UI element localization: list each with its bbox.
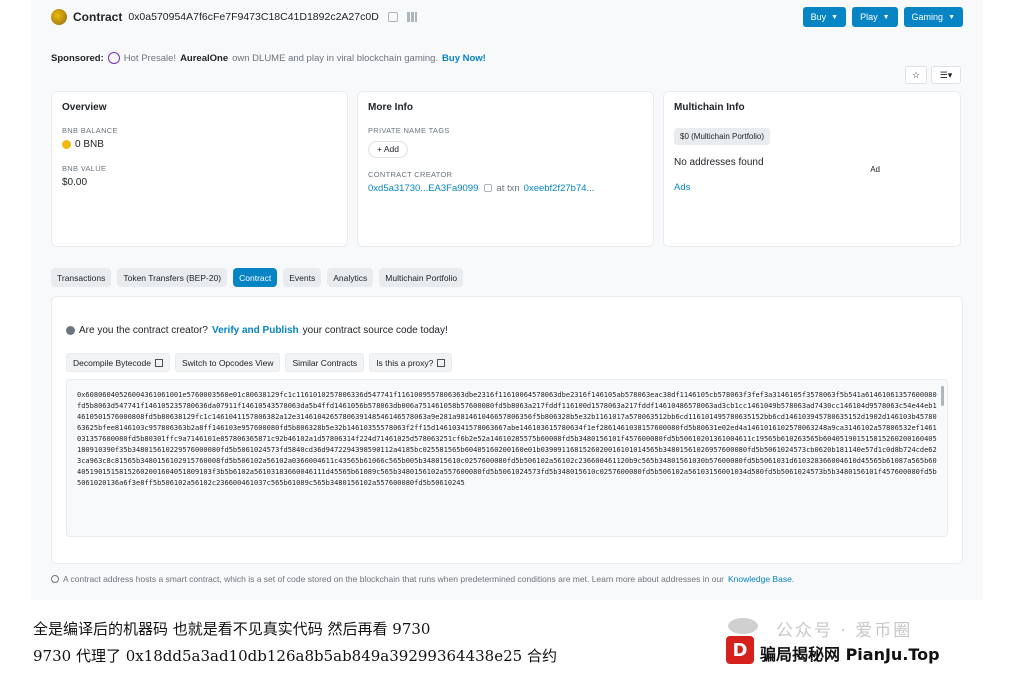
multichain-portfolio-badge[interactable]: $0 (Multichain Portfolio) bbox=[674, 128, 771, 145]
add-tag-button[interactable]: + Add bbox=[368, 140, 408, 158]
lightbulb-icon bbox=[51, 575, 59, 583]
private-tags-label: PRIVATE NAME TAGS bbox=[368, 126, 450, 135]
overview-title: Overview bbox=[62, 102, 107, 113]
contract-creator: 0xd5a31730...EA3Fa9099 at txn 0xeebf2f27… bbox=[368, 183, 643, 194]
sponsor-brand: AurealOne bbox=[180, 52, 229, 64]
contract-address: 0x0a570954A7f6cFe7F9473C18C41D1892c2A27c… bbox=[128, 11, 379, 23]
tab-token-transfers[interactable]: Token Transfers (BEP-20) bbox=[117, 268, 228, 287]
contract-tabs: Transactions Token Transfers (BEP-20) Co… bbox=[51, 268, 464, 287]
more-info-title: More Info bbox=[368, 102, 413, 113]
bnb-coin-icon bbox=[62, 140, 71, 149]
ads-link[interactable]: Ads bbox=[674, 182, 950, 193]
wechat-account: 公众号 · 爱币圈 bbox=[776, 621, 913, 641]
bnb-logo-icon bbox=[51, 9, 67, 25]
creation-txn-link[interactable]: 0xeebf2f27b74... bbox=[524, 183, 595, 194]
tab-analytics[interactable]: Analytics bbox=[327, 268, 374, 287]
knowledge-base-link[interactable]: Knowledge Base. bbox=[728, 574, 794, 584]
multichain-title: Multichain Info bbox=[674, 102, 745, 113]
chevron-down-icon: ▼ bbox=[882, 13, 890, 21]
is-proxy-button[interactable]: Is this a proxy? bbox=[369, 353, 453, 372]
at-txn-text: at txn bbox=[496, 182, 520, 194]
footer-note: A contract address hosts a smart contrac… bbox=[51, 574, 794, 584]
chevron-down-icon: ▼ bbox=[831, 13, 839, 21]
contract-header: Contract 0x0a570954A7f6cFe7F9473C18C41D1… bbox=[51, 6, 963, 28]
bnb-balance-value: 0 BNB bbox=[62, 139, 337, 150]
sponsored-text-2: own DLUME and play in viral blockchain g… bbox=[232, 52, 439, 64]
external-link-icon bbox=[437, 358, 446, 367]
footer-text: A contract address hosts a smart contrac… bbox=[63, 574, 724, 584]
sponsored-banner: Sponsored: Hot Presale! AurealOne own DL… bbox=[51, 52, 486, 64]
tab-contract[interactable]: Contract bbox=[233, 268, 278, 287]
explorer-screenshot: Contract 0x0a570954A7f6cFe7F9473C18C41D1… bbox=[31, 0, 983, 600]
copy-icon[interactable] bbox=[387, 12, 398, 22]
caption-line-1: 全是编译后的机器码 也就是看不见真实代码 然后再看 9730 bbox=[33, 620, 431, 638]
tab-transactions[interactable]: Transactions bbox=[51, 268, 112, 287]
bnb-balance-label: BNB BALANCE bbox=[62, 126, 118, 135]
sponsored-label: Sponsored: bbox=[51, 52, 104, 64]
notice-text-2: your contract source code today! bbox=[302, 325, 448, 336]
overview-card: Overview BNB BALANCE 0 BNB BNB VALUE $0.… bbox=[51, 91, 348, 247]
verify-notice: Are you the contract creator? Verify and… bbox=[66, 325, 448, 336]
watermark: 公众号 · 爱币圈 D 骗局揭秘网 PianJu.Top bbox=[726, 614, 1006, 669]
play-button[interactable]: Play ▼ bbox=[852, 7, 898, 27]
creator-address-link[interactable]: 0xd5a31730...EA3Fa9099 bbox=[368, 183, 478, 194]
decompile-bytecode-button[interactable]: Decompile Bytecode bbox=[66, 353, 170, 372]
list-icon: ☰▾ bbox=[939, 69, 953, 80]
switch-opcodes-button[interactable]: Switch to Opcodes View bbox=[174, 353, 281, 372]
info-icon bbox=[66, 326, 75, 335]
bnb-value-label: BNB VALUE bbox=[62, 164, 107, 173]
tab-events[interactable]: Events bbox=[283, 268, 322, 287]
brand-logo-icon: D bbox=[726, 636, 754, 664]
buy-button[interactable]: Buy ▼ bbox=[802, 7, 847, 27]
favorite-button[interactable]: ☆ bbox=[905, 66, 927, 84]
similar-contracts-button[interactable]: Similar Contracts bbox=[285, 353, 365, 372]
sponsor-logo-icon bbox=[107, 52, 120, 64]
wechat-icon bbox=[728, 618, 758, 634]
ad-tag: Ad bbox=[870, 165, 880, 174]
notice-text-1: Are you the contract creator? bbox=[79, 325, 208, 336]
chevron-down-icon: ▼ bbox=[948, 13, 955, 21]
contract-panel: Are you the contract creator? Verify and… bbox=[51, 296, 963, 564]
bnb-value-value: $0.00 bbox=[62, 177, 88, 188]
star-icon: ☆ bbox=[911, 69, 921, 80]
gaming-button[interactable]: Gaming ▼ bbox=[903, 7, 963, 27]
contract-creator-label: CONTRACT CREATOR bbox=[368, 169, 453, 179]
scrollbar[interactable] bbox=[941, 386, 944, 406]
multichain-card: Multichain Info $0 (Multichain Portfolio… bbox=[663, 91, 961, 247]
page: Contract 0x0a570954A7f6cFe7F9473C18C41D1… bbox=[0, 0, 1013, 673]
copy-icon[interactable] bbox=[484, 184, 493, 192]
no-addresses-text: No addresses found bbox=[674, 157, 764, 168]
tab-multichain-portfolio[interactable]: Multichain Portfolio bbox=[379, 268, 464, 287]
bytecode-text: 0x60806040526004361061001e5760003560e01c… bbox=[77, 391, 937, 487]
qr-code-icon[interactable] bbox=[406, 12, 417, 22]
more-menu-button[interactable]: ☰▾ bbox=[931, 66, 961, 84]
page-title: Contract bbox=[73, 10, 123, 24]
more-info-card: More Info PRIVATE NAME TAGS + Add CONTRA… bbox=[357, 91, 654, 247]
bytecode-textarea[interactable]: 0x60806040526004361061001e5760003560e01c… bbox=[66, 379, 948, 537]
verify-publish-link[interactable]: Verify and Publish bbox=[212, 325, 299, 336]
buy-now-link[interactable]: Buy Now! bbox=[442, 53, 486, 64]
brand-name: 骗局揭秘网 PianJu.Top bbox=[760, 645, 940, 664]
caption-line-2: 9730 代理了 0x18dd5a3ad10db126a8b5ab849a392… bbox=[33, 647, 557, 665]
external-link-icon bbox=[154, 358, 163, 367]
sponsored-text-1: Hot Presale! bbox=[123, 52, 177, 64]
contract-actions: Decompile Bytecode Switch to Opcodes Vie… bbox=[66, 353, 453, 372]
